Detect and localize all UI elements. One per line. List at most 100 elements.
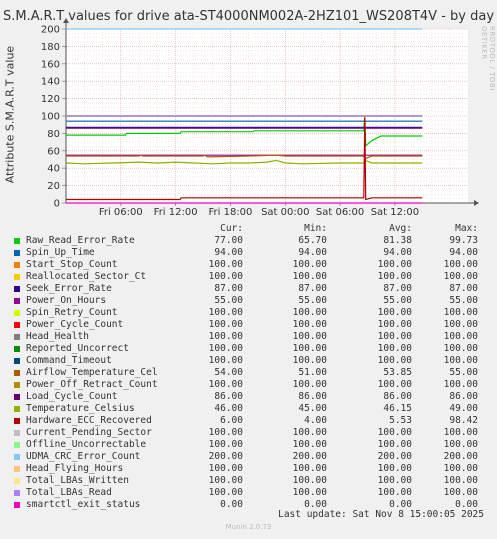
x-tick-label: Fri 18:00 (208, 207, 252, 218)
legend-max-value: 55.00 (449, 367, 478, 378)
legend-avg-value: 53.85 (383, 367, 412, 378)
legend-min-value: 100.00 (292, 439, 327, 450)
legend-min-value: 100.00 (292, 487, 327, 498)
legend-series-name: Total_LBAs_Written (26, 475, 129, 486)
legend-row: Current_Pending_Sector 100.00 100.00 100.00… (14, 427, 484, 439)
legend-row: Offline_Uncorrectable 100.00 100.00 100.00 1… (14, 439, 484, 451)
y-tick-label: 160 (41, 59, 60, 70)
legend-min-value: 100.00 (292, 355, 327, 366)
y-tick-label: 20 (47, 181, 60, 192)
legend-header-max: Max: (455, 223, 478, 234)
y-tick-label: 100 (41, 112, 60, 123)
legend-row: Temperature_Celsius 46.00 45.00 46.15 49.00 (14, 403, 484, 415)
legend-header-cur: Cur: (220, 223, 243, 234)
legend-series-name: Spin_Up_Time (26, 247, 95, 258)
legend-swatch (14, 274, 20, 280)
legend-swatch (14, 322, 20, 328)
legend-min-value: 100.00 (292, 475, 327, 486)
legend-row: Reported_Uncorrect 100.00 100.00 100.00 100.… (14, 343, 484, 355)
legend-series-name: Reallocated_Sector_Ct (26, 271, 147, 282)
legend-min-value: 4.00 (304, 415, 327, 426)
x-tick-label: Sat 06:00 (316, 207, 364, 218)
legend-row: Spin_Up_Time 94.00 94.00 94.00 94.00 (14, 247, 484, 259)
legend-series-name: Reported_Uncorrect (26, 343, 129, 354)
legend-avg-value: 86.00 (383, 391, 412, 402)
legend-series-name: Load_Cycle_Count (26, 391, 118, 402)
legend-max-value: 87.00 (449, 283, 478, 294)
legend-row: Head_Health 100.00 100.00 100.00 100.00 (14, 331, 484, 343)
legend-swatch (14, 298, 20, 304)
legend-row: Head_Flying_Hours 100.00 100.00 100.00 100.0… (14, 463, 484, 475)
legend-avg-value: 81.38 (383, 235, 412, 246)
legend-series-name: Power_Off_Retract_Count (26, 379, 158, 390)
legend-cur-value: 87.00 (214, 283, 243, 294)
legend-swatch (14, 430, 20, 436)
legend-cur-value: 100.00 (208, 319, 243, 330)
legend-min-value: 45.00 (298, 403, 327, 414)
legend-avg-value: 46.15 (383, 403, 412, 414)
legend-min-value: 65.70 (298, 235, 327, 246)
legend-min-value: 87.00 (298, 283, 327, 294)
legend-row: Load_Cycle_Count 86.00 86.00 86.00 86.00 (14, 391, 484, 403)
legend-cur-value: 200.00 (208, 451, 243, 462)
legend-min-value: 100.00 (292, 331, 327, 342)
legend-swatch (14, 358, 20, 364)
last-update: Last update: Sat Nov 8 15:00:05 2025 (278, 509, 484, 520)
legend-series-name: Hardware_ECC_Recovered (26, 415, 152, 426)
legend-swatch (14, 466, 20, 472)
legend-max-value: 49.00 (449, 403, 478, 414)
legend-max-value: 100.00 (443, 427, 478, 438)
legend-swatch (14, 334, 20, 340)
legend-cur-value: 100.00 (208, 307, 243, 318)
legend-rows: Raw_Read_Error_Rate 77.00 65.70 81.38 99.73 S… (14, 235, 484, 511)
legend-avg-value: 100.00 (377, 319, 412, 330)
y-tick-label: 0 (54, 199, 60, 210)
legend-row: Spin_Retry_Count 100.00 100.00 100.00 100.00 (14, 307, 484, 319)
legend-swatch (14, 394, 20, 400)
legend-header-min: Min: (304, 223, 327, 234)
legend-cur-value: 100.00 (208, 331, 243, 342)
x-tick-label: Fri 12:00 (154, 207, 198, 218)
legend-max-value: 94.00 (449, 247, 478, 258)
legend-cur-value: 46.00 (214, 403, 243, 414)
legend-cur-value: 77.00 (214, 235, 243, 246)
legend-row: Power_Cycle_Count 100.00 100.00 100.00 100.0… (14, 319, 484, 331)
x-tick-label: Sat 12:00 (371, 207, 419, 218)
legend-series-name: Current_Pending_Sector (26, 427, 152, 438)
legend-min-value: 94.00 (298, 247, 327, 258)
legend-swatch (14, 502, 20, 508)
legend-row: Start_Stop_Count 100.00 100.00 100.00 100.00 (14, 259, 484, 271)
legend-header-row: Cur: Min: Avg: Max: (14, 223, 484, 235)
legend-cur-value: 100.00 (208, 343, 243, 354)
legend-row: Command_Timeout 100.00 100.00 100.00 100.00 (14, 355, 484, 367)
legend-min-value: 100.00 (292, 379, 327, 390)
legend-min-value: 100.00 (292, 427, 327, 438)
y-tick-label: 120 (41, 94, 60, 105)
legend-series-name: Start_Stop_Count (26, 259, 118, 270)
legend-series-name: UDMA_CRC_Error_Count (26, 451, 141, 462)
legend-avg-value: 100.00 (377, 271, 412, 282)
legend-avg-value: 94.00 (383, 247, 412, 258)
legend-table: Cur: Min: Avg: Max: Raw_Read_Error_Rate 7… (14, 223, 484, 511)
legend-swatch (14, 454, 20, 460)
legend-max-value: 100.00 (443, 319, 478, 330)
munin-version: Munin 2.0.73 (225, 523, 272, 531)
legend-swatch (14, 442, 20, 448)
legend-max-value: 100.00 (443, 439, 478, 450)
legend-row: Raw_Read_Error_Rate 77.00 65.70 81.38 99.73 (14, 235, 484, 247)
y-tick-label: 40 (47, 164, 60, 175)
legend-swatch (14, 310, 20, 316)
legend-row: Reallocated_Sector_Ct 100.00 100.00 100.00 1… (14, 271, 484, 283)
legend-row: UDMA_CRC_Error_Count 200.00 200.00 200.00 20… (14, 451, 484, 463)
legend-series-name: Power_On_Hours (26, 295, 107, 306)
legend-row: Airflow_Temperature_Cel 54.00 51.00 53.85 55… (14, 367, 484, 379)
legend-max-value: 100.00 (443, 379, 478, 390)
legend-max-value: 99.73 (449, 235, 478, 246)
legend-cur-value: 100.00 (208, 271, 243, 282)
legend-cur-value: 100.00 (208, 463, 243, 474)
legend-cur-value: 100.00 (208, 379, 243, 390)
legend-row: Total_LBAs_Written 100.00 100.00 100.00 100.… (14, 475, 484, 487)
x-tick-label: Sat 00:00 (261, 207, 309, 218)
legend-avg-value: 100.00 (377, 427, 412, 438)
legend-series-name: Head_Health (26, 331, 89, 342)
